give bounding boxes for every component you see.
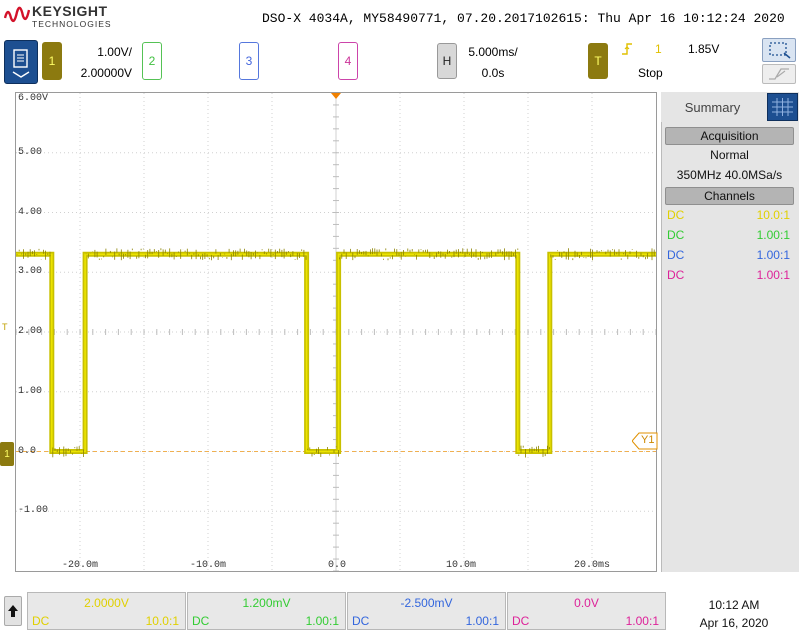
clock: 10:12 AM Apr 16, 2020 bbox=[670, 596, 798, 632]
channel-probe: 1.00:1 bbox=[305, 614, 339, 628]
summary-panel bbox=[661, 92, 799, 572]
acquisition-header[interactable]: Acquisition bbox=[665, 127, 794, 145]
channel-2-status[interactable]: 1.200mV DC 1.00:1 bbox=[187, 592, 346, 630]
channel-coupling: DC bbox=[352, 614, 370, 628]
channel-3-button[interactable]: 3 bbox=[239, 42, 259, 80]
tab-summary[interactable]: Summary bbox=[661, 92, 764, 122]
grid-icon bbox=[772, 98, 793, 116]
horizontal-settings[interactable]: 5.000ms/ 0.0s bbox=[462, 42, 524, 84]
x-tick-label: 20.0ms bbox=[574, 560, 611, 571]
clock-date: Apr 16, 2020 bbox=[699, 616, 769, 630]
summary-channel-probe: 1.00:1 bbox=[756, 228, 790, 242]
acquisition-mode: Normal bbox=[710, 148, 749, 162]
trigger-position-marker bbox=[331, 93, 341, 99]
summary-channel-probe: 1.00:1 bbox=[756, 268, 790, 282]
cursor-y1-label: Y1 bbox=[641, 434, 655, 446]
channels-header[interactable]: Channels bbox=[665, 187, 794, 205]
dashed-select-icon bbox=[769, 42, 791, 59]
channel-offset: 2.0000V bbox=[84, 596, 129, 610]
channel-3-status[interactable]: -2.500mV DC 1.00:1 bbox=[347, 592, 506, 630]
grid-lines bbox=[16, 93, 656, 571]
channel-probe: 1.00:1 bbox=[625, 614, 659, 628]
instrument-title: DSO-X 4034A, MY58490771, 07.20.201710261… bbox=[262, 11, 785, 26]
clock-time: 10:12 AM bbox=[708, 598, 760, 612]
channel-coupling: DC bbox=[32, 614, 50, 628]
horizontal-scale: 5.000ms/ bbox=[468, 45, 518, 59]
horizontal-button[interactable]: H bbox=[437, 43, 457, 79]
x-tick-label: -20.0m bbox=[62, 560, 99, 571]
trigger-level-marker: T bbox=[2, 322, 8, 332]
y-tick-label: 3.00 bbox=[18, 266, 43, 278]
summary-channel-coupling: DC bbox=[667, 248, 685, 262]
notepad-icon bbox=[12, 49, 30, 78]
channel-1-status[interactable]: 2.0000V DC 10.0:1 bbox=[27, 592, 186, 630]
summary-channel-probe: 10.0:1 bbox=[756, 208, 790, 222]
x-tick-label: 0.0 bbox=[328, 560, 347, 571]
y-tick-label: 5.00 bbox=[18, 146, 43, 158]
x-tick-label: 10.0m bbox=[446, 560, 477, 571]
y-tick-label: 1.00 bbox=[18, 385, 43, 397]
channel-offset: -2.500mV bbox=[400, 596, 453, 610]
channel-2-button[interactable]: 2 bbox=[142, 42, 162, 80]
channel-4-button[interactable]: 4 bbox=[338, 42, 358, 80]
summary-channel-probe: 1.00:1 bbox=[756, 248, 790, 262]
main-menu-button[interactable] bbox=[4, 40, 38, 84]
graticule bbox=[16, 93, 656, 571]
channel-1-offset: 2.00000V bbox=[80, 66, 132, 80]
trigger-level[interactable]: 1.85V bbox=[688, 42, 719, 56]
keysight-wave-icon bbox=[4, 6, 30, 23]
acquisition-rate: 350MHz 40.0MSa/s bbox=[676, 168, 783, 182]
summary-channel-coupling: DC bbox=[667, 228, 685, 242]
channel-probe: 10.0:1 bbox=[145, 614, 179, 628]
y-tick-label: 0.0 bbox=[18, 445, 37, 457]
rising-edge-icon bbox=[622, 43, 632, 55]
keysight-logo: KEYSIGHT TECHNOLOGIES bbox=[4, 3, 134, 30]
y-tick-label: 2.00 bbox=[18, 326, 43, 337]
channel-1-button[interactable]: 1 bbox=[42, 42, 62, 80]
channel-offset: 0.0V bbox=[574, 596, 599, 610]
channel-probe: 1.00:1 bbox=[465, 614, 499, 628]
channel-coupling: DC bbox=[512, 614, 530, 628]
waveform-edge-icon bbox=[769, 68, 789, 80]
channel-1-ground-marker[interactable]: 1 bbox=[0, 442, 14, 466]
waveform-display[interactable] bbox=[15, 92, 657, 572]
oscilloscope-screen: KEYSIGHT TECHNOLOGIES DSO-X 4034A, MY584… bbox=[0, 0, 800, 632]
arrow-up-icon bbox=[8, 605, 18, 617]
y-tick-label: -1.00 bbox=[18, 505, 49, 517]
brand-subtitle: TECHNOLOGIES bbox=[32, 19, 112, 29]
trigger-source: 1 bbox=[655, 42, 662, 56]
y-tick-label: 4.00 bbox=[18, 206, 43, 218]
trigger-button[interactable]: T bbox=[588, 43, 608, 79]
waveform-tool-button[interactable] bbox=[762, 64, 796, 84]
channel-coupling: DC bbox=[192, 614, 210, 628]
channel-1-settings[interactable]: 1.00V/ 2.00000V bbox=[70, 42, 132, 84]
grid-view-button[interactable] bbox=[767, 93, 798, 121]
summary-channel-coupling: DC bbox=[667, 268, 685, 282]
run-state: Stop bbox=[638, 66, 663, 80]
x-tick-label: -10.0m bbox=[190, 560, 227, 571]
select-tool-button[interactable] bbox=[762, 38, 796, 62]
channel-1-scale: 1.00V/ bbox=[97, 45, 132, 59]
brand-name: KEYSIGHT bbox=[32, 3, 108, 19]
channel-4-status[interactable]: 0.0V DC 1.00:1 bbox=[507, 592, 666, 630]
expand-bar-button[interactable] bbox=[4, 596, 22, 626]
horizontal-delay: 0.0s bbox=[481, 66, 505, 80]
summary-channel-coupling: DC bbox=[667, 208, 685, 222]
channel-offset: 1.200mV bbox=[242, 596, 291, 610]
y-tick-label: 6.00V bbox=[18, 93, 49, 104]
